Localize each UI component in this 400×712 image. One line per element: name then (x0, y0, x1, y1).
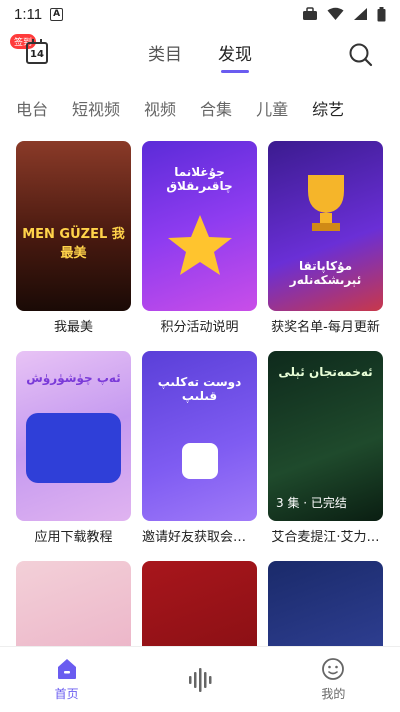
profile-icon (322, 658, 345, 680)
status-bar: 1:11 A (0, 0, 400, 28)
card-cover: ئەخمەتجان ئېلى 3 集 · 已完结 (268, 351, 383, 521)
card-cover: مۇكاپاتقا ئېرىشكەنلەر (268, 141, 383, 311)
card-item[interactable]: مۇكاپاتقا ئېرىشكەنلەر 获奖名单-每月更新 (268, 141, 383, 351)
card-item[interactable]: ئەپ چۈشۈرۈش 应用下载教程 (16, 351, 131, 561)
audio-wave-icon (188, 667, 212, 692)
card-item[interactable]: MEN GÜZEL 我最美 我最美 (16, 141, 131, 351)
search-button[interactable] (348, 42, 374, 68)
cover-title: دوست تەكلىپ قىلىپ (157, 375, 242, 403)
category-variety[interactable]: 综艺 (312, 96, 344, 120)
card-title: 艾合麦提江·艾力… (271, 530, 380, 545)
cover-title: ئەپ چۈشۈرۈش (26, 371, 121, 385)
cover-title: ئەخمەتجان ئېلى (278, 365, 373, 379)
card-item[interactable]: ئەخمەتجان ئېلى 3 集 · 已完结 艾合麦提江·艾力… (268, 351, 383, 561)
card-cover: MEN GÜZEL 我最美 (16, 141, 131, 311)
episode-badge: 3 集 · 已完结 (276, 496, 347, 510)
category-video[interactable]: 视频 (144, 96, 176, 120)
notification-icon: A (50, 7, 64, 21)
card-title: 我最美 (53, 320, 93, 335)
card-title: 应用下载教程 (34, 530, 113, 545)
content-grid: MEN GÜZEL 我最美 我最美 جۇغلانما چاقىرىقلاق 积分… (16, 141, 384, 712)
card-item[interactable]: جۇغلانما چاقىرىقلاق 积分活动说明 (142, 141, 257, 351)
briefcase-icon (303, 7, 317, 20)
header: 签到 14 类目 发现 (0, 30, 400, 80)
nav-profile[interactable]: 我的 (267, 647, 400, 712)
card-title: 邀请好友获取会员… (142, 530, 257, 545)
category-short-video[interactable]: 短视频 (72, 96, 120, 120)
header-tabs: 类目 发现 (0, 40, 400, 73)
card-title: 获奖名单-每月更新 (271, 320, 380, 335)
nav-audio[interactable] (133, 647, 266, 712)
cover-title: MEN GÜZEL 我最美 (22, 227, 125, 261)
bottom-navigation: 首页 我的 (0, 646, 400, 712)
nav-profile-label: 我的 (321, 687, 346, 701)
wifi-icon (327, 7, 344, 20)
status-time: 1:11 (14, 5, 43, 23)
category-kids[interactable]: 儿童 (256, 96, 288, 120)
card-title: 积分活动说明 (160, 320, 239, 335)
trophy-icon (308, 175, 344, 231)
category-radio[interactable]: 电台 (16, 96, 48, 120)
category-bar: 电台 短视频 视频 合集 儿童 综艺 (16, 96, 400, 120)
card-cover: جۇغلانما چاقىرىقلاق (142, 141, 257, 311)
home-icon (57, 659, 76, 679)
battery-icon (377, 6, 386, 21)
card-cover: ئەپ چۈشۈرۈش (16, 351, 131, 521)
card-cover: دوست تەكلىپ قىلىپ (142, 351, 257, 521)
status-icons (302, 6, 386, 22)
cover-title: جۇغلانما چاقىرىقلاق (166, 165, 233, 193)
tab-discover[interactable]: 发现 (218, 40, 252, 73)
star-gift-icon (168, 215, 232, 275)
phone-illustration (26, 413, 121, 483)
invite-illustration (182, 443, 218, 479)
cover-title: مۇكاپاتقا ئېرىشكەنلەر (289, 259, 362, 287)
nav-home[interactable]: 首页 (0, 647, 133, 712)
category-collection[interactable]: 合集 (200, 96, 232, 120)
card-item[interactable]: دوست تەكلىپ قىلىپ 邀请好友获取会员… (142, 351, 257, 561)
nav-home-label: 首页 (54, 687, 79, 701)
tab-categories[interactable]: 类目 (148, 40, 182, 73)
search-icon (349, 43, 373, 67)
signal-icon (354, 8, 367, 20)
